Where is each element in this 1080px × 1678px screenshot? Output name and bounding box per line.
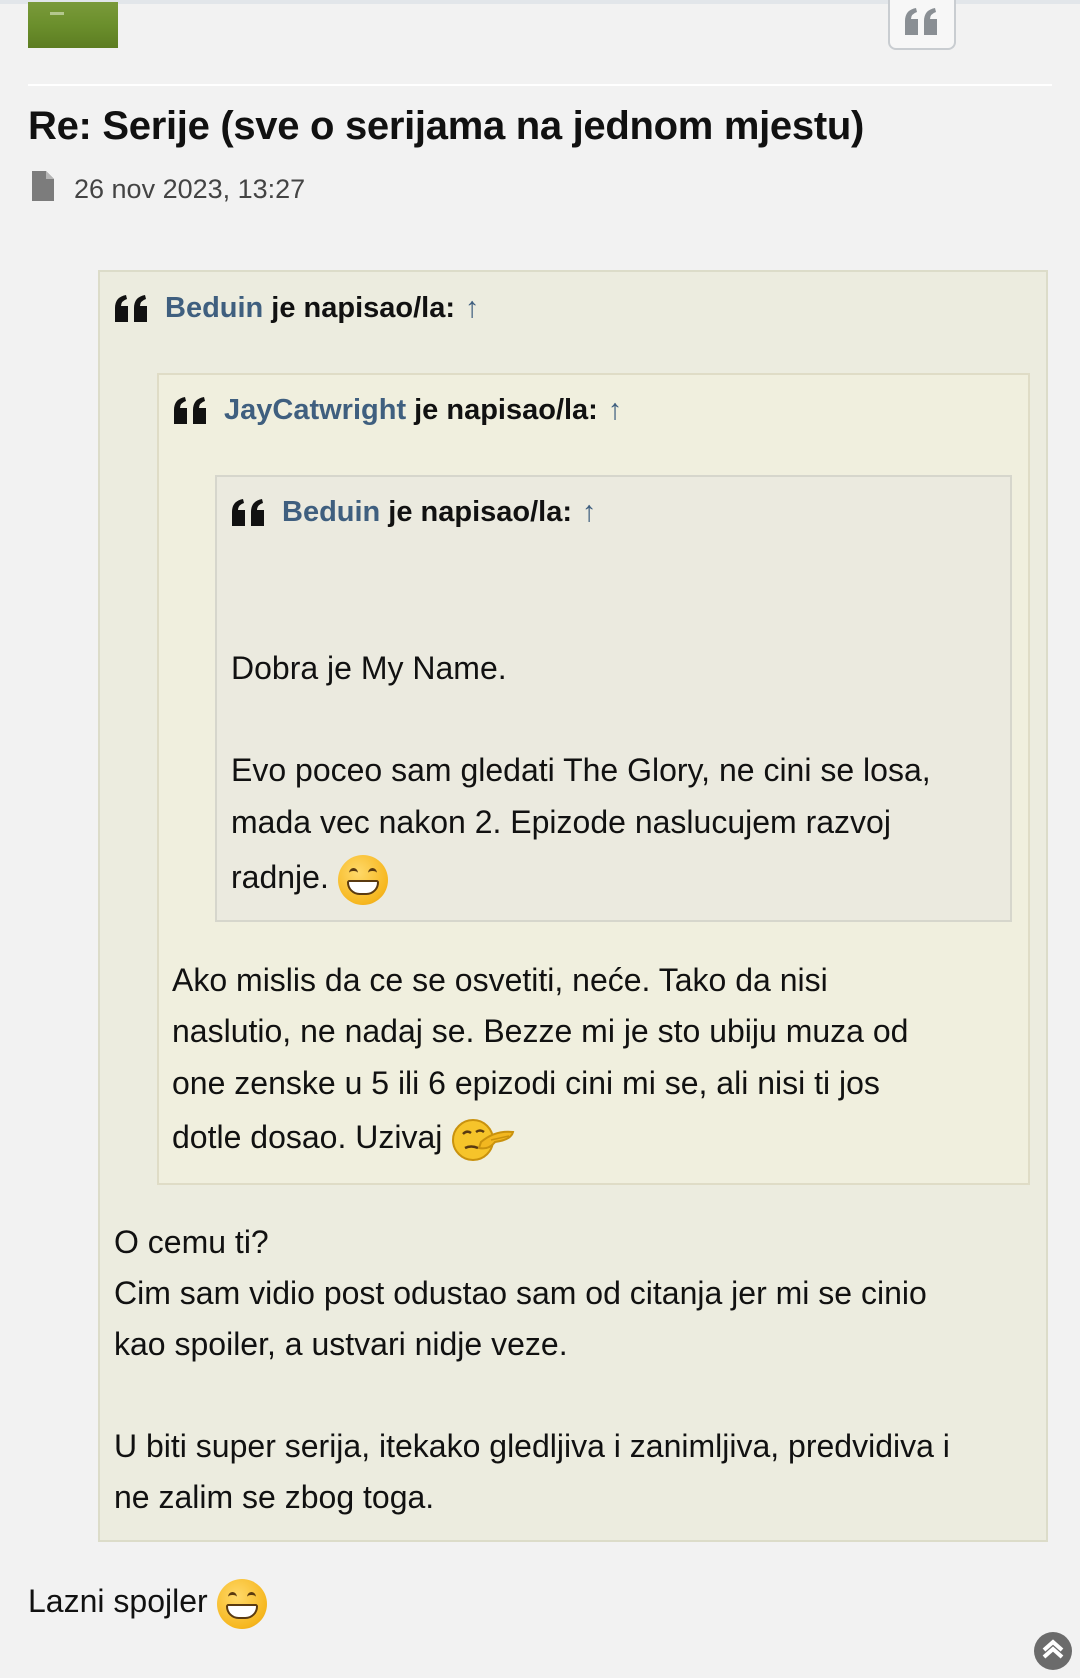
quote-citation: Beduin je napisao/la: ↑ bbox=[113, 292, 480, 325]
post-body-text: Lazni spojler bbox=[28, 1583, 208, 1619]
quote-text: radnje. bbox=[231, 859, 329, 895]
quote-text: one zenske u 5 ili 6 epizodi cini mi se,… bbox=[172, 1065, 880, 1101]
quote-source-link[interactable]: ↑ bbox=[582, 496, 597, 529]
quote-text: kao spoiler, a ustvari nidje veze. bbox=[114, 1326, 568, 1362]
quote-mark-icon bbox=[172, 396, 210, 426]
thinking-emoji-icon bbox=[451, 1118, 515, 1162]
grinning-emoji-icon bbox=[337, 854, 388, 905]
quote-citation: Beduin je napisao/la: ↑ bbox=[230, 496, 597, 529]
quote-text: Dobra je My Name. bbox=[231, 650, 507, 686]
quote-icon bbox=[903, 7, 941, 42]
quote-wrote-label: je napisao/la: bbox=[388, 496, 573, 528]
quote-text: U biti super serija, itekako gledljiva i… bbox=[114, 1428, 950, 1464]
avatar[interactable] bbox=[28, 2, 118, 48]
scroll-top-button[interactable] bbox=[1034, 1632, 1072, 1670]
quote-mark-icon bbox=[230, 498, 268, 528]
quote-text-line: dotle dosao. Uzivaj bbox=[172, 1112, 515, 1163]
quote-citation: JayCatwright je napisao/la: ↑ bbox=[172, 394, 622, 427]
quote-wrote-label: je napisao/la: bbox=[271, 292, 456, 324]
post-divider bbox=[28, 84, 1052, 86]
quote-text: mada vec nakon 2. Epizode naslucujem raz… bbox=[231, 804, 891, 840]
post-date: 26 nov 2023, 13:27 bbox=[74, 173, 306, 204]
post-title[interactable]: Re: Serije (sve o serijama na jednom mje… bbox=[28, 104, 864, 149]
quote-text: ne zalim se zbog toga. bbox=[114, 1479, 435, 1515]
file-icon[interactable] bbox=[30, 170, 56, 209]
quote-text: Evo poceo sam gledati The Glory, ne cini… bbox=[231, 752, 931, 788]
grinning-emoji-icon bbox=[216, 1578, 267, 1629]
quote-text: Ako mislis da ce se osvetiti, neće. Tako… bbox=[172, 962, 828, 998]
quote-author-link[interactable]: Beduin bbox=[165, 292, 263, 325]
post-body-line: Lazni spojler bbox=[28, 1576, 267, 1629]
post-meta: 26 nov 2023, 13:27 bbox=[30, 170, 306, 209]
quote-text-line: radnje. bbox=[231, 852, 388, 905]
quote-text: O cemu ti? bbox=[114, 1224, 269, 1260]
quote-text: Cim sam vidio post odustao sam od citanj… bbox=[114, 1275, 927, 1311]
quote-source-link[interactable]: ↑ bbox=[465, 292, 480, 325]
quote-button[interactable] bbox=[888, 0, 956, 50]
quote-text: dotle dosao. Uzivaj bbox=[172, 1119, 443, 1155]
quote-source-link[interactable]: ↑ bbox=[608, 394, 623, 427]
quote-author-link[interactable]: Beduin bbox=[282, 496, 380, 529]
quote-mark-icon bbox=[113, 294, 151, 324]
quote-author-link[interactable]: JayCatwright bbox=[224, 394, 406, 427]
quote-wrote-label: je napisao/la: bbox=[414, 394, 598, 426]
quote-text: naslutio, ne nadaj se. Bezze mi je sto u… bbox=[172, 1013, 909, 1049]
chevron-up-icon bbox=[1042, 1638, 1064, 1664]
